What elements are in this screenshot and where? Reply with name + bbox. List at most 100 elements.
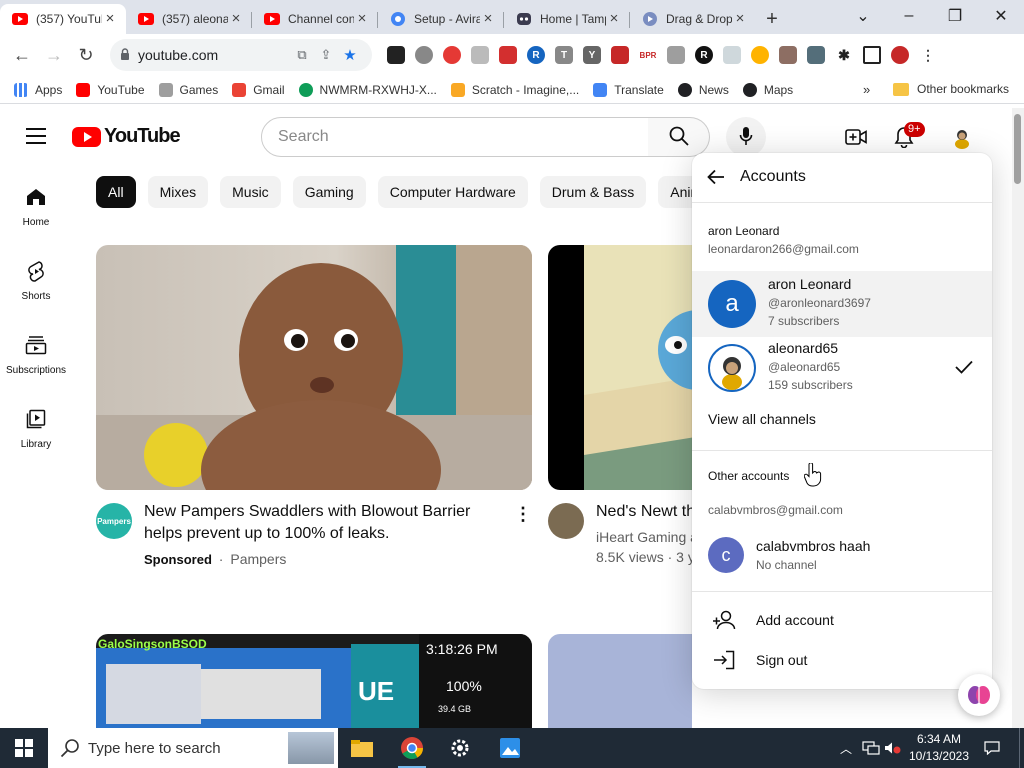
side-panel-icon[interactable] bbox=[863, 46, 881, 64]
bookmark-maps[interactable]: Maps bbox=[742, 82, 793, 97]
extensions-puzzle-icon[interactable]: ✱ bbox=[835, 46, 853, 64]
extension-icon[interactable]: BPR bbox=[639, 46, 657, 64]
chip-music[interactable]: Music bbox=[220, 176, 281, 208]
tab-home[interactable]: Home | Tampermonkey × bbox=[504, 4, 630, 34]
reload-icon[interactable]: ↻ bbox=[70, 39, 102, 71]
menu-kebab-icon[interactable]: ⋮ bbox=[919, 46, 937, 64]
create-video-icon[interactable] bbox=[844, 125, 868, 149]
add-account-button[interactable]: Add account bbox=[692, 600, 992, 640]
extension-icon[interactable] bbox=[751, 46, 769, 64]
video-thumbnail-bsod[interactable]: UE GaloSingsonBSOD 3:18:26 PM 100% 39.4 … bbox=[96, 634, 532, 728]
advertiser-name[interactable]: Pampers bbox=[230, 551, 286, 567]
show-desktop-button[interactable] bbox=[1019, 728, 1024, 768]
page-scrollbar[interactable] bbox=[1012, 108, 1024, 728]
network-icon[interactable] bbox=[860, 728, 882, 768]
bookmark-apps[interactable]: Apps bbox=[14, 82, 62, 97]
sidebar-item-library[interactable]: Library bbox=[0, 389, 72, 463]
extension-icon[interactable] bbox=[471, 46, 489, 64]
extension-icon[interactable]: Y bbox=[583, 46, 601, 64]
bookmark-games[interactable]: Games bbox=[158, 82, 218, 97]
settings-gear-icon[interactable] bbox=[440, 732, 480, 764]
bookmark-news[interactable]: News bbox=[677, 82, 729, 97]
guide-menu-icon[interactable] bbox=[26, 128, 46, 144]
extension-icon[interactable] bbox=[387, 46, 405, 64]
close-tab-icon[interactable]: × bbox=[732, 11, 748, 27]
sidebar-item-shorts[interactable]: Shorts bbox=[0, 241, 72, 315]
more-bookmarks-chevron-icon[interactable]: » bbox=[863, 82, 870, 97]
channel-avatar-pampers[interactable]: Pampers bbox=[96, 503, 132, 539]
forward-arrow-icon[interactable]: → bbox=[38, 39, 70, 71]
back-arrow-icon[interactable] bbox=[706, 167, 726, 187]
tab-channel-content[interactable]: Channel content × bbox=[252, 4, 378, 34]
close-tab-icon[interactable]: × bbox=[102, 11, 118, 27]
sidebar-item-subscriptions[interactable]: Subscriptions bbox=[0, 315, 72, 389]
back-arrow-icon[interactable]: ← bbox=[6, 39, 38, 71]
tab-drag-drop[interactable]: Drag & Drop × bbox=[630, 4, 756, 34]
extension-icon[interactable] bbox=[611, 46, 629, 64]
search-input[interactable]: Search bbox=[261, 117, 649, 157]
extension-icon[interactable] bbox=[667, 46, 685, 64]
extension-icon[interactable] bbox=[723, 46, 741, 64]
show-hidden-icons-chevron-icon[interactable]: ︿ bbox=[836, 728, 856, 768]
taskbar-search-box[interactable]: Type here to search bbox=[48, 728, 338, 768]
channel-row-aleonard65[interactable]: aleonard65 @aleonard65 159 subscribers bbox=[692, 335, 992, 401]
channel-row-aron-leonard[interactable]: a aron Leonard @aronleonard3697 7 subscr… bbox=[692, 271, 992, 337]
sidebar-item-home[interactable]: Home bbox=[0, 167, 72, 241]
close-tab-icon[interactable]: × bbox=[354, 11, 370, 27]
other-account-row[interactable]: c calabvmbros haah No channel bbox=[692, 529, 992, 581]
extension-icon[interactable] bbox=[499, 46, 517, 64]
bookmark-star-icon[interactable]: ★ bbox=[338, 46, 362, 64]
minimize-icon[interactable]: – bbox=[886, 0, 932, 32]
chip-drum-bass[interactable]: Drum & Bass bbox=[539, 176, 647, 208]
extension-icon[interactable]: R bbox=[527, 46, 545, 64]
video-title[interactable]: New Pampers Swaddlers with Blowout Barri… bbox=[144, 501, 494, 545]
chip-all[interactable]: All bbox=[96, 176, 136, 208]
bookmark-gmail[interactable]: Gmail bbox=[232, 82, 285, 97]
chip-mixes[interactable]: Mixes bbox=[147, 176, 209, 208]
view-all-channels-link[interactable]: View all channels bbox=[708, 411, 816, 427]
share-icon[interactable]: ⇪ bbox=[314, 47, 338, 63]
address-bar[interactable]: youtube.com ⧉ ⇪ ★ bbox=[110, 39, 372, 71]
windows-start-button[interactable] bbox=[0, 728, 48, 768]
extension-icon[interactable] bbox=[779, 46, 797, 64]
bookmark-nwmrm[interactable]: NWMRM-RXWHJ-X... bbox=[298, 82, 437, 97]
close-tab-icon[interactable]: × bbox=[480, 11, 496, 27]
extension-icon[interactable] bbox=[807, 46, 825, 64]
tab-search-chevron-icon[interactable]: ⌄ bbox=[840, 0, 886, 32]
video-channel-name[interactable]: iHeart Gaming a bbox=[596, 529, 692, 545]
chrome-taskbar-icon[interactable] bbox=[392, 732, 432, 768]
close-tab-icon[interactable]: × bbox=[606, 11, 622, 27]
open-in-app-icon[interactable]: ⧉ bbox=[290, 47, 314, 63]
voice-search-button[interactable] bbox=[726, 117, 766, 157]
scrollbar-thumb[interactable] bbox=[1014, 114, 1021, 184]
other-bookmarks-folder[interactable]: Other bookmarks bbox=[893, 82, 1009, 96]
video-thumbnail-neds-newt[interactable] bbox=[548, 245, 708, 490]
search-button[interactable] bbox=[648, 117, 710, 157]
bookmark-scratch[interactable]: Scratch - Imagine,... bbox=[450, 82, 579, 97]
notifications-center-icon[interactable] bbox=[982, 728, 1002, 768]
file-explorer-icon[interactable] bbox=[342, 732, 382, 764]
video-thumbnail-sky[interactable] bbox=[548, 634, 692, 728]
youtube-logo[interactable]: YouTube bbox=[72, 125, 181, 148]
tab-setup[interactable]: Setup - Avira × bbox=[378, 4, 504, 34]
tab-youtube-home[interactable]: (357) YouTube × bbox=[0, 4, 126, 34]
tab-aleonard65[interactable]: (357) aleonard65 × bbox=[126, 4, 252, 34]
extension-icon[interactable]: R bbox=[695, 46, 713, 64]
extension-icon[interactable] bbox=[443, 46, 461, 64]
taskbar-clock[interactable]: 6:34 AM 10/13/2023 bbox=[902, 731, 976, 765]
floating-brain-extension-icon[interactable] bbox=[958, 674, 1000, 716]
video-title[interactable]: Ned's Newt th bbox=[596, 501, 696, 523]
new-tab-button[interactable]: + bbox=[756, 4, 788, 34]
restore-icon[interactable]: ❐ bbox=[932, 0, 978, 32]
photos-app-icon[interactable] bbox=[490, 732, 530, 764]
profile-avatar-icon[interactable] bbox=[891, 46, 909, 64]
video-thumbnail-pampers[interactable] bbox=[96, 245, 532, 490]
extension-icon[interactable]: T bbox=[555, 46, 573, 64]
chip-gaming[interactable]: Gaming bbox=[292, 176, 366, 208]
sign-out-button[interactable]: Sign out bbox=[692, 640, 992, 680]
video-menu-kebab-icon[interactable]: ⋮ bbox=[514, 504, 532, 525]
chip-computer-hardware[interactable]: Computer Hardware bbox=[377, 176, 528, 208]
channel-avatar-iheart[interactable] bbox=[548, 503, 584, 539]
volume-muted-icon[interactable] bbox=[884, 728, 902, 768]
bookmark-youtube[interactable]: YouTube bbox=[76, 82, 145, 97]
